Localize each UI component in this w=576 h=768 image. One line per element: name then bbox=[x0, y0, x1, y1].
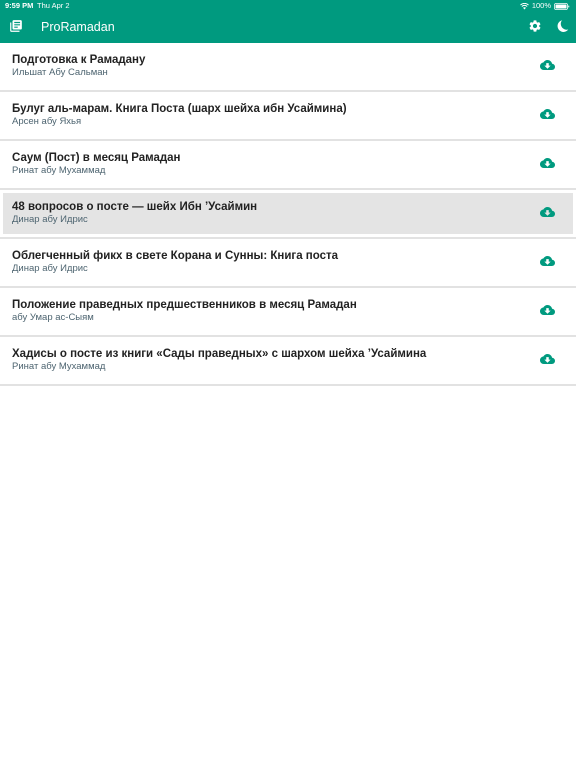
list-item-body: 48 вопросов о посте — шейх Ибн ʼУсаймин … bbox=[3, 193, 573, 234]
status-bar: 9:59 PM Thu Apr 2 100% bbox=[0, 0, 576, 12]
cloud-download-icon[interactable] bbox=[540, 206, 555, 218]
app-header: ProRamadan bbox=[0, 12, 576, 43]
list-item-body: Подготовка к Рамадану Ильшат Абу Сальман bbox=[3, 46, 573, 87]
list-item-title: Хадисы о посте из книги «Сады праведных»… bbox=[12, 348, 427, 360]
battery-percent: 100% bbox=[531, 1, 551, 10]
list-item-body: Булуг аль-марам. Книга Поста (шарх шейха… bbox=[3, 95, 573, 136]
list-item[interactable]: Саум (Пост) в месяц Рамадан Ринат абу Му… bbox=[0, 141, 576, 190]
list-item[interactable]: Булуг аль-марам. Книга Поста (шарх шейха… bbox=[0, 92, 576, 141]
status-date: Thu Apr 2 bbox=[37, 1, 70, 10]
list-item-body: Положение праведных предшественников в м… bbox=[3, 291, 573, 332]
lecture-list: Подготовка к Рамадану Ильшат Абу Сальман… bbox=[0, 43, 576, 386]
app-screen: 9:59 PM Thu Apr 2 100% ProRamadan Подгот… bbox=[0, 0, 576, 768]
list-item-author: Ильшат Абу Сальман bbox=[12, 67, 108, 78]
list-item[interactable]: Подготовка к Рамадану Ильшат Абу Сальман bbox=[0, 43, 576, 92]
library-books-icon[interactable] bbox=[9, 19, 23, 33]
list-item-author: Ринат абу Мухаммад bbox=[12, 165, 106, 176]
cloud-download-icon[interactable] bbox=[540, 108, 555, 120]
cloud-download-icon[interactable] bbox=[540, 255, 555, 267]
list-item-body: Облегченный фикх в свете Корана и Сунны:… bbox=[3, 242, 573, 283]
list-item-author: Динар абу Идрис bbox=[12, 263, 88, 274]
list-item-title: 48 вопросов о посте — шейх Ибн ʼУсаймин bbox=[12, 201, 258, 213]
cloud-download-icon[interactable] bbox=[540, 59, 555, 71]
status-indicators: 100% bbox=[519, 0, 570, 12]
status-time: 9:59 PM bbox=[5, 1, 34, 10]
list-item[interactable]: 48 вопросов о посте — шейх Ибн ʼУсаймин … bbox=[0, 190, 576, 239]
settings-gear-icon[interactable] bbox=[528, 19, 542, 33]
list-item-author: Арсен абу Яхья bbox=[12, 116, 82, 127]
list-item-body: Хадисы о посте из книги «Сады праведных»… bbox=[3, 340, 573, 381]
list-item[interactable]: Хадисы о посте из книги «Сады праведных»… bbox=[0, 337, 576, 386]
cloud-download-icon[interactable] bbox=[540, 304, 555, 316]
list-item-author: абу Умар ас-Сыям bbox=[12, 312, 94, 323]
app-title: ProRamadan bbox=[41, 20, 115, 34]
list-item-title: Положение праведных предшественников в м… bbox=[12, 299, 357, 311]
list-item-title: Облегченный фикх в свете Корана и Сунны:… bbox=[12, 250, 339, 262]
list-item[interactable]: Облегченный фикх в свете Корана и Сунны:… bbox=[0, 239, 576, 288]
top-bar: 9:59 PM Thu Apr 2 100% ProRamadan bbox=[0, 0, 576, 43]
cloud-download-icon[interactable] bbox=[540, 157, 555, 169]
list-item-author: Ринат абу Мухаммад bbox=[12, 361, 106, 372]
moon-icon[interactable] bbox=[555, 19, 569, 33]
list-item-title: Саум (Пост) в месяц Рамадан bbox=[12, 152, 181, 164]
list-item-title: Подготовка к Рамадану bbox=[12, 54, 146, 66]
list-item-body: Саум (Пост) в месяц Рамадан Ринат абу Му… bbox=[3, 144, 573, 185]
wifi-icon bbox=[519, 2, 529, 10]
list-item-title: Булуг аль-марам. Книга Поста (шарх шейха… bbox=[12, 103, 347, 115]
list-item[interactable]: Положение праведных предшественников в м… bbox=[0, 288, 576, 337]
cloud-download-icon[interactable] bbox=[540, 353, 555, 365]
list-item-author: Динар абу Идрис bbox=[12, 214, 88, 225]
battery-icon bbox=[554, 2, 570, 10]
